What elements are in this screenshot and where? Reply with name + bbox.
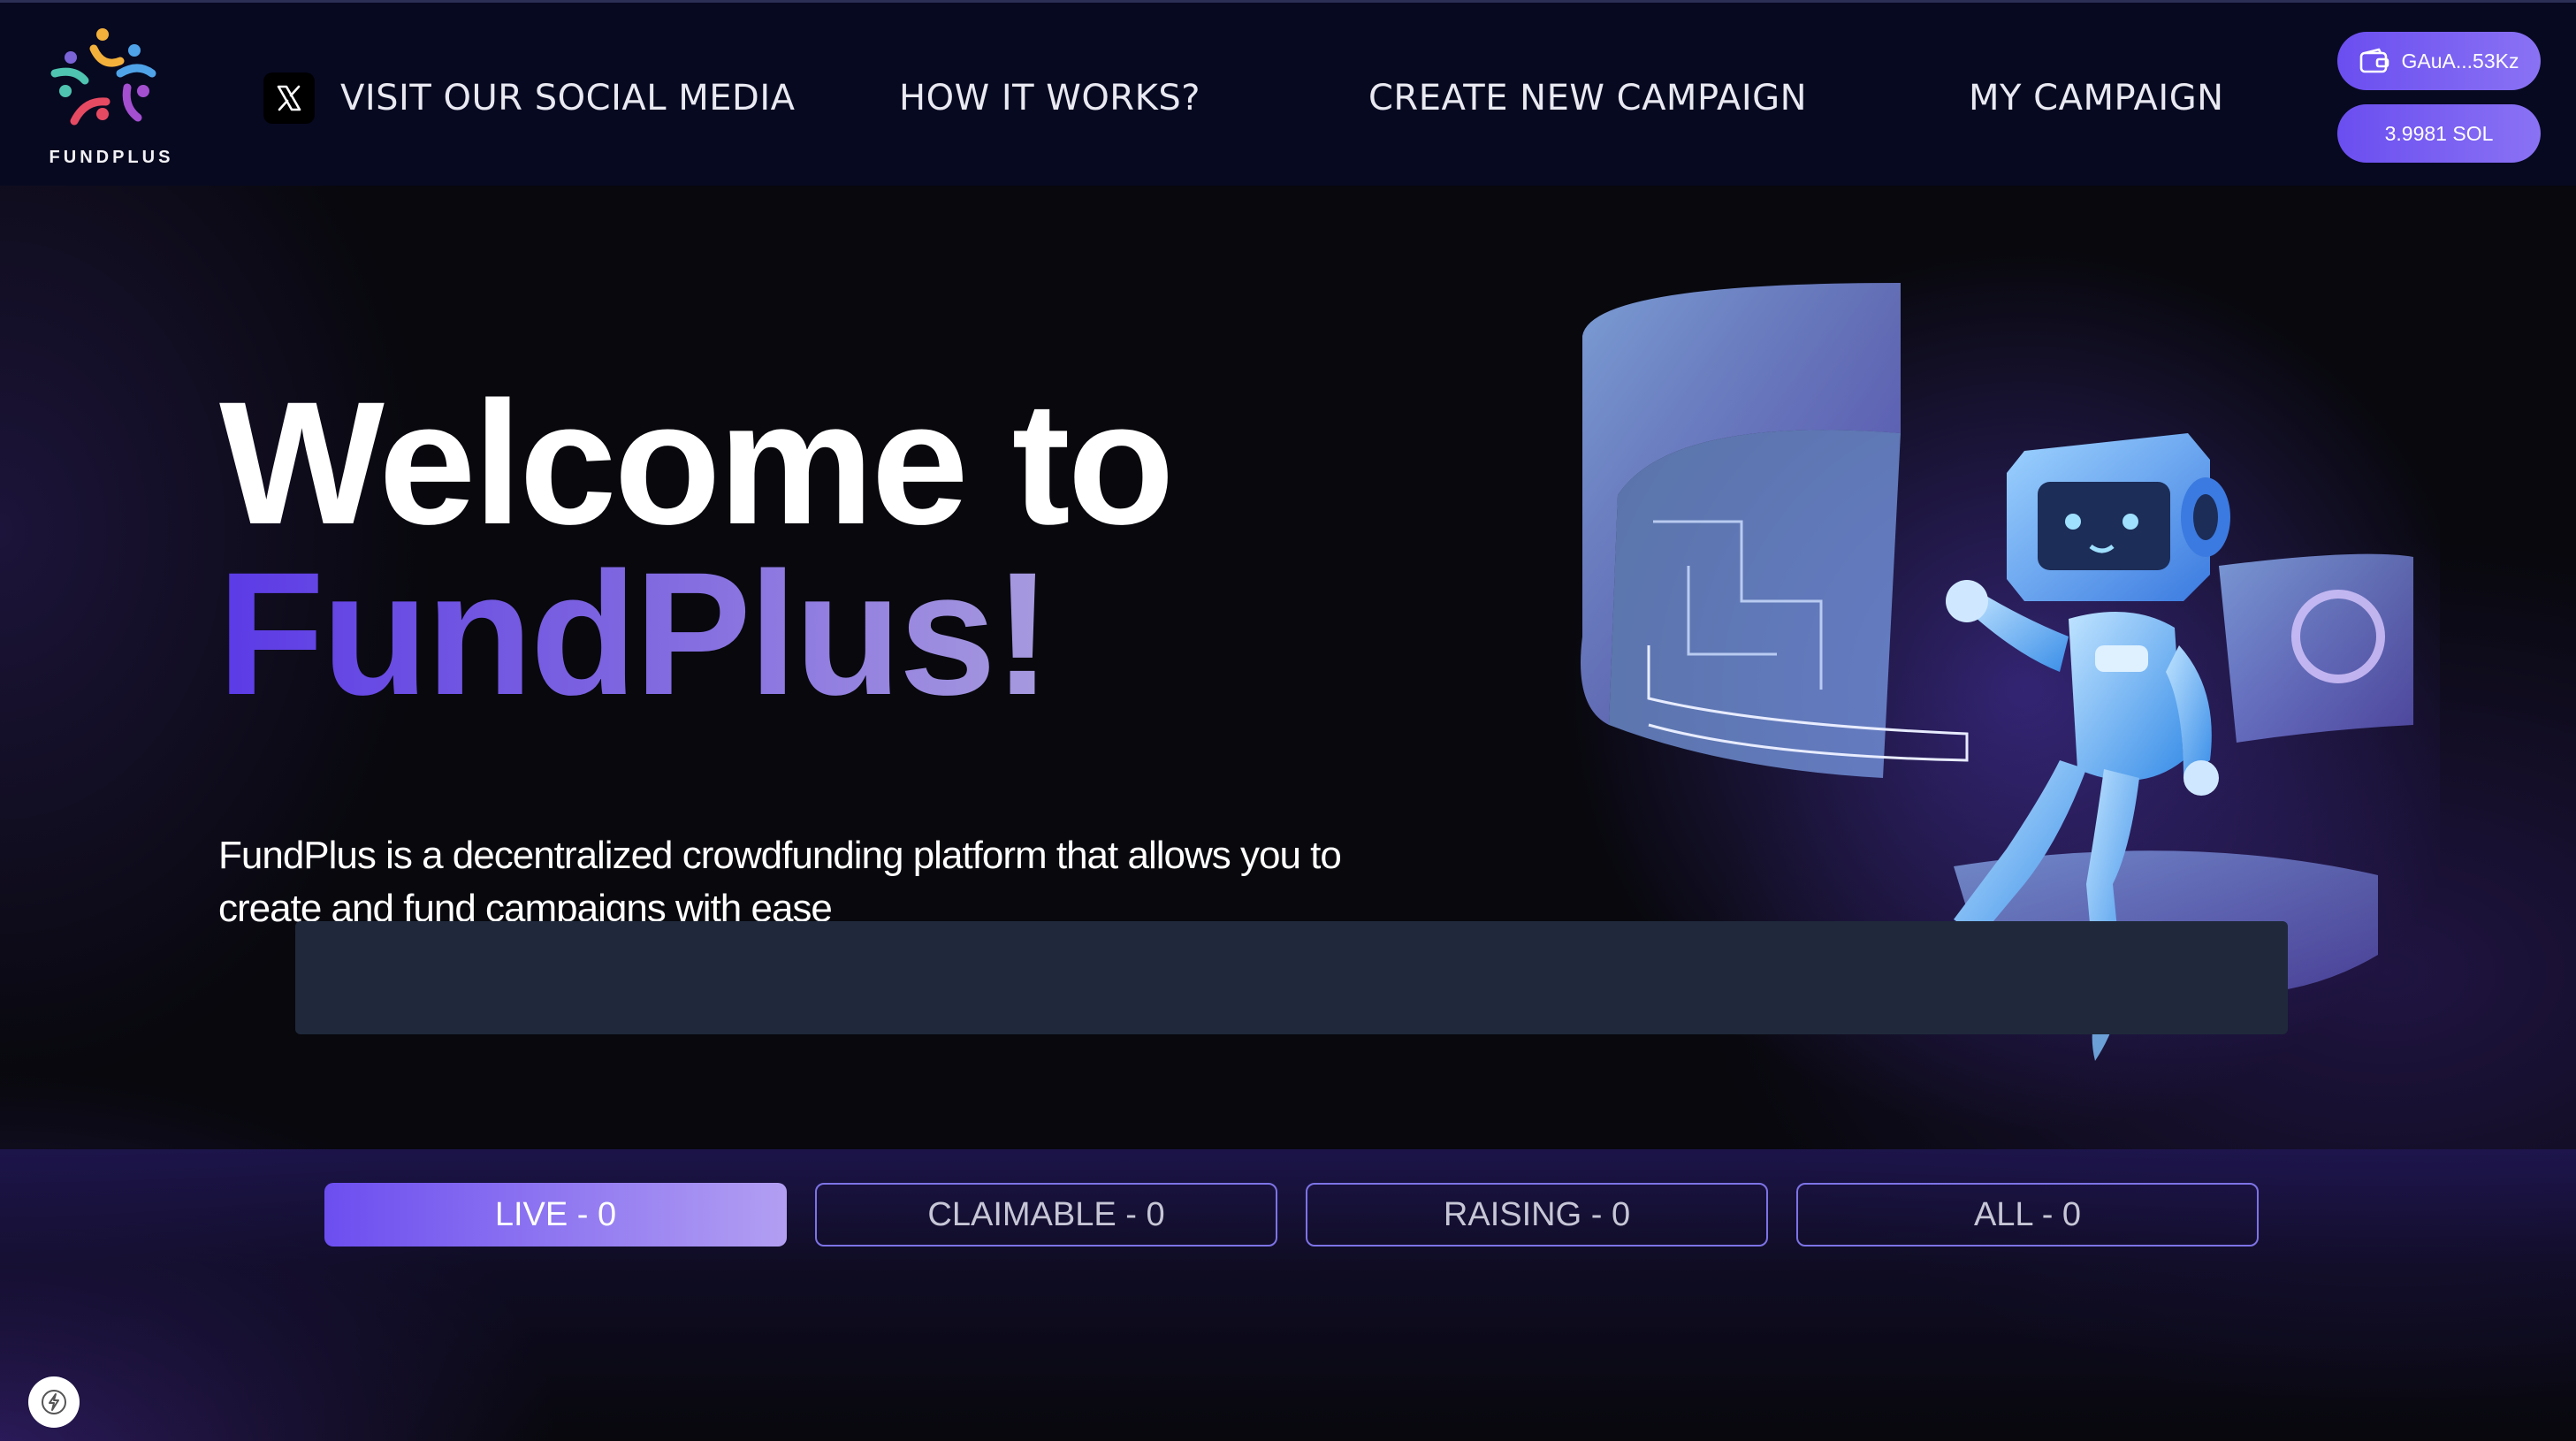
nav-how-it-works[interactable]: HOW IT WORKS?	[899, 73, 1200, 123]
x-logo-icon[interactable]	[263, 72, 315, 124]
sol-balance-button[interactable]: 3.9981 SOL	[2337, 104, 2541, 163]
nav-create-new-campaign[interactable]: CREATE NEW CAMPAIGN	[1368, 73, 1807, 123]
wallet-address-label: GAuA...53Kz	[2401, 49, 2519, 72]
nav-visit-social-media[interactable]: VISIT OUR SOCIAL MEDIA	[340, 73, 795, 123]
nav-my-campaign[interactable]: MY CAMPAIGN	[1969, 73, 2224, 123]
hero-description: FundPlus is a decentralized crowdfunding…	[218, 834, 1342, 926]
wallet-icon	[2359, 48, 2389, 73]
tab-claimable[interactable]: CLAIMABLE - 0	[815, 1183, 1277, 1247]
fundplus-logo[interactable]: FUNDPLUS	[39, 22, 180, 174]
hero-title-brand: FundPlus!	[217, 536, 1052, 731]
sol-balance-label: 3.9981 SOL	[2384, 121, 2494, 145]
loading-overlay-bar	[295, 921, 2288, 1034]
lightning-icon	[42, 1390, 66, 1414]
tab-live[interactable]: LIVE - 0	[324, 1183, 787, 1247]
logo-mark-icon	[50, 28, 156, 126]
tab-raising[interactable]: RAISING - 0	[1306, 1183, 1768, 1247]
page: FUNDPLUS VISIT OUR SOCIAL MEDIA HOW IT W…	[0, 0, 2576, 1441]
tab-all[interactable]: ALL - 0	[1796, 1183, 2259, 1247]
hero-section: Welcome to FundPlus! FundPlus is a decen…	[0, 186, 2576, 1149]
dev-tools-button[interactable]	[28, 1376, 80, 1428]
logo-wordmark: FUNDPLUS	[49, 148, 174, 167]
hero-title-line1: Welcome to	[219, 365, 1175, 560]
wallet-address-button[interactable]: GAuA...53Kz	[2337, 32, 2541, 90]
top-navbar: FUNDPLUS VISIT OUR SOCIAL MEDIA HOW IT W…	[0, 0, 2576, 186]
